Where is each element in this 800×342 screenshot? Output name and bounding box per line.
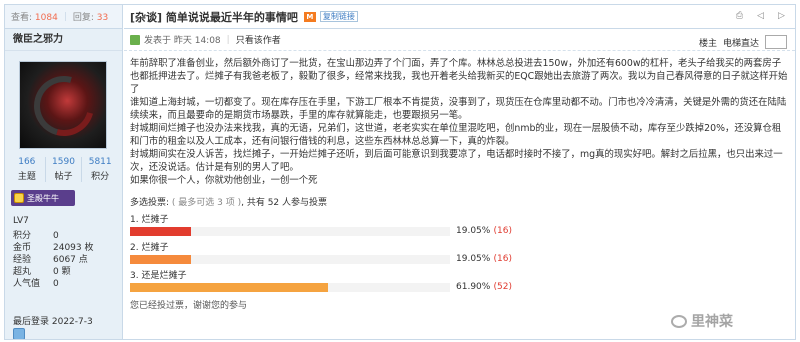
page: 查看: 1084 | 回复: 33 微臣之邪力 166 主题 1590 帖子 581… [0, 0, 800, 342]
poll-type: 多选投票: [130, 198, 170, 208]
views-label: 查看: [11, 13, 33, 23]
poll-participants: , 共有 52 人参与投票 [241, 198, 328, 208]
weibo-logo-icon [671, 314, 687, 328]
prev-thread-icon[interactable]: ◁ [755, 11, 766, 22]
poll-voted-notice: 您已经投过票，谢谢您的参与 [130, 301, 248, 311]
author-counts: 166 主题 1590 帖子 5811 积分 [5, 157, 122, 182]
replies-label: 回复: [72, 13, 94, 23]
count-posts[interactable]: 1590 帖子 [46, 157, 83, 182]
avatar[interactable] [19, 61, 107, 149]
info-key: 金币 [13, 243, 32, 253]
poll-bar-fill [130, 226, 191, 236]
info-key: 积分 [13, 231, 32, 241]
watermark: 里神菜 [671, 311, 733, 331]
poll-option-count: (16) [493, 254, 512, 264]
author-username[interactable]: 微臣之邪力 [5, 29, 122, 51]
poll-option-label: 3. 还是烂摊子 [130, 271, 187, 281]
post-title-bar: [杂谈] 简单说说最近半年的事情吧 M 复制链接 ⎙ ◁ ▷ [124, 5, 795, 29]
print-icon[interactable]: ⎙ [734, 11, 745, 22]
poll-option-count: (16) [493, 226, 512, 236]
jump-floor-label: 电梯直达 [722, 38, 759, 49]
count-points-value: 5811 [88, 157, 112, 167]
title-actions: ⎙ ◁ ▷ [734, 11, 787, 22]
online-status-icon [13, 328, 25, 339]
poll-option-label: 2. 烂摊子 [130, 243, 169, 253]
post-meta-bar: 发表于 昨天 14:08 | 只看该作者 [124, 29, 795, 51]
poll-bar-fill [130, 254, 191, 264]
info-value: 6067 点 [53, 255, 88, 265]
user-info: 积分 0 金币 24093 枚 经验 6067 点 超丸 0 颗 人气值 0 [13, 230, 122, 290]
medal-icon [14, 193, 24, 203]
user-level: LV7 [13, 216, 29, 226]
avatar-dragon-image [23, 65, 105, 147]
jump-floor-input[interactable] [765, 35, 787, 49]
poll-option-percent: 19.05% [456, 254, 491, 264]
next-thread-icon[interactable]: ▷ [776, 11, 787, 22]
info-key: 人气值 [13, 279, 41, 289]
meta-separator: | [226, 34, 230, 45]
poll: 多选投票: ( 最多可选 3 项 ), 共有 52 人参与投票 1. 烂摊子 1… [130, 195, 789, 311]
poll-option-percent: 61.90% [456, 282, 491, 292]
floor-controls: 楼主 电梯直达 [699, 35, 787, 49]
author-online-icon [130, 34, 140, 45]
only-author-link[interactable]: 只看该作者 [236, 33, 281, 46]
info-row: 经验 6067 点 [13, 254, 122, 266]
floor-label: 楼主 [698, 38, 717, 49]
info-row: 人气值 0 [13, 278, 122, 290]
count-posts-value: 1590 [52, 157, 75, 167]
count-posts-label: 帖子 [54, 172, 73, 182]
info-value: 0 [53, 279, 59, 289]
post-paragraph: 谁知道上海封城，一切都变了。现在库存压在手里，下游工厂根本不肯提货，没事到了，现… [130, 97, 787, 121]
post-category[interactable]: [杂谈] [130, 11, 162, 24]
poll-bar-track [130, 254, 450, 264]
count-points[interactable]: 5811 积分 [82, 157, 118, 182]
medal-label: 圣殿牛牛 [27, 193, 59, 203]
post-content: 年前辞职了准备创业，然后额外商订了一批货，在宝山那边弄了个门面，弄了个库。林林总… [124, 51, 795, 187]
post-paragraph: 封城期间烂摊子也没办法来找我，真的无语，兄弟们，这世道，老老实实在单位里混吃吧，… [130, 123, 782, 147]
post-time: 发表于 昨天 14:08 [144, 36, 221, 46]
forum-post-frame: 查看: 1084 | 回复: 33 微臣之邪力 166 主题 1590 帖子 581… [4, 4, 796, 340]
mobile-post-icon: M [303, 11, 316, 22]
info-row: 积分 0 [13, 230, 122, 242]
poll-bar-fill [130, 282, 329, 292]
post-title-text: 简单说说最近半年的事情吧 [165, 10, 298, 24]
poll-option-label: 1. 烂摊子 [130, 215, 169, 225]
poll-option-count: (52) [493, 282, 512, 292]
replies-count: 33 [96, 13, 109, 23]
last-login: 最后登录 2022-7-3 [13, 317, 93, 327]
poll-option: 1. 烂摊子 19.05% (16) [130, 214, 789, 236]
poll-bar-track [130, 226, 450, 236]
poll-option: 2. 烂摊子 19.05% (16) [130, 242, 789, 264]
info-value: 0 颗 [53, 267, 71, 277]
poll-option: 3. 还是烂摊子 61.90% (52) [130, 270, 789, 292]
poll-bar-track [130, 282, 450, 292]
count-topics-value: 166 [18, 157, 36, 167]
poll-option-percent: 19.05% [456, 226, 491, 236]
count-topics[interactable]: 166 主题 [9, 157, 46, 182]
author-sidebar: 查看: 1084 | 回复: 33 微臣之邪力 166 主题 1590 帖子 581… [5, 5, 123, 339]
info-value: 0 [53, 231, 59, 241]
poll-header: 多选投票: ( 最多可选 3 项 ), 共有 52 人参与投票 [130, 195, 789, 208]
info-value: 24093 枚 [53, 243, 94, 253]
views-count: 1084 [34, 13, 58, 23]
post-paragraph: 如果你很一个人，你就劝他创业，一创一个死 [130, 175, 318, 186]
thread-stats: 查看: 1084 | 回复: 33 [5, 5, 122, 29]
watermark-text: 里神菜 [691, 314, 733, 330]
post-title: [杂谈] 简单说说最近半年的事情吧 [130, 9, 298, 25]
post-paragraph: 年前辞职了准备创业，然后额外商订了一批货，在宝山那边弄了个门面，弄了个库。林林总… [130, 58, 788, 95]
medal-badge: 圣殿牛牛 [11, 190, 75, 206]
post-paragraph: 封城期间实在没人诉苦，找烂摊子，一开始烂摊子还听，到后面可能意识到我要凉了，电话… [130, 149, 783, 173]
poll-limit: ( 最多可选 3 项 ) [171, 198, 242, 208]
info-key: 超丸 [13, 267, 32, 277]
info-row: 金币 24093 枚 [13, 242, 122, 254]
info-key: 经验 [13, 255, 32, 265]
count-topics-label: 主题 [17, 172, 36, 182]
info-row: 超丸 0 颗 [13, 266, 122, 278]
copy-link-button[interactable]: 复制链接 [319, 11, 358, 22]
count-points-label: 积分 [91, 172, 110, 182]
post-main: [杂谈] 简单说说最近半年的事情吧 M 复制链接 ⎙ ◁ ▷ 发表于 昨天 14… [124, 5, 795, 339]
